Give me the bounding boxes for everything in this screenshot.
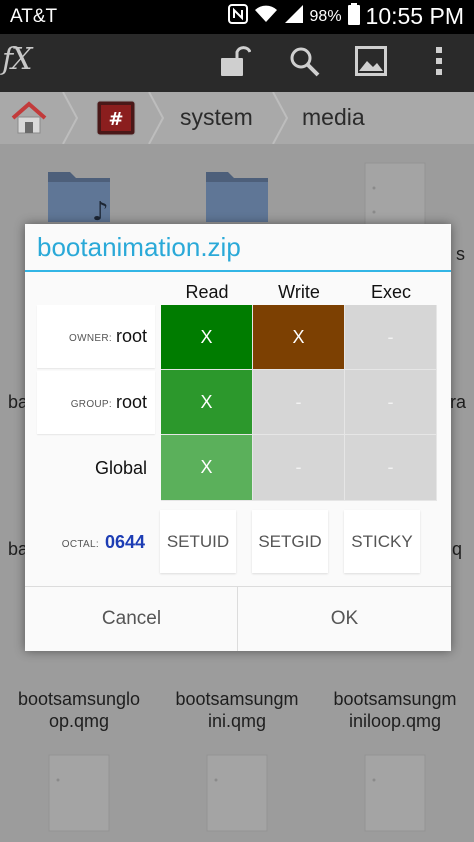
signal-icon (284, 4, 304, 29)
nfc-icon (227, 4, 248, 29)
perm-global-write[interactable]: - (253, 435, 345, 501)
search-icon (288, 45, 320, 82)
breadcrumb: # system media (0, 91, 474, 145)
perm-group-read[interactable]: X (161, 370, 253, 435)
octal-display: OCTAL: 0644 (37, 510, 145, 574)
perm-owner-write[interactable]: X (253, 305, 345, 370)
group-key: GROUP: (70, 399, 112, 410)
file-name-partial: q (452, 539, 463, 559)
perm-global-exec[interactable]: - (345, 435, 437, 501)
group-value: root (115, 392, 147, 412)
overflow-menu-icon (435, 46, 443, 81)
dialog-footer: Cancel OK (25, 586, 451, 651)
svg-text:#: # (108, 109, 123, 130)
permissions-dialog: bootanimation.zip Read Write Exec OWNER:… (25, 224, 451, 651)
dialog-title-divider (25, 270, 451, 272)
battery-percent: 98% (309, 7, 342, 25)
image-button[interactable] (352, 44, 390, 82)
folder-icon: ♪ (46, 164, 112, 227)
breadcrumb-item-system[interactable]: system (180, 104, 253, 131)
perm-group-write[interactable]: - (253, 370, 345, 435)
perm-group-exec[interactable]: - (345, 370, 437, 435)
breadcrumb-separator (148, 91, 165, 145)
file-name[interactable]: bootsamsunglo op.qmg (0, 688, 158, 732)
svg-text:♪: ♪ (92, 197, 109, 224)
perm-owner-read[interactable]: X (161, 305, 253, 370)
breadcrumb-separator (272, 91, 289, 145)
perm-owner-exec[interactable]: - (345, 305, 437, 370)
wifi-icon (254, 4, 278, 29)
cancel-button[interactable]: Cancel (25, 587, 238, 651)
owner-selector[interactable]: OWNER: root (37, 305, 155, 368)
search-button[interactable] (285, 44, 323, 82)
dialog-title: bootanimation.zip (37, 232, 241, 262)
permission-grid: X X - X - - X - - (161, 305, 437, 501)
setgid-button[interactable]: SETGID (252, 510, 328, 573)
clock: 10:55 PM (365, 3, 464, 29)
status-bar: AT&T 98% 10:55 PM (0, 0, 474, 34)
octal-key: OCTAL: (61, 538, 99, 550)
battery-icon (347, 3, 360, 30)
image-icon (355, 45, 387, 81)
status-indicators: 98% 10:55 PM (227, 3, 464, 30)
file-name[interactable]: bootsamsungm iniloop.qmg (316, 688, 474, 732)
file-icon[interactable] (364, 754, 428, 832)
root-hash-icon: # (96, 100, 136, 140)
file-icon[interactable] (206, 754, 270, 832)
file-name[interactable]: bootsamsungm ini.qmg (158, 688, 316, 732)
app-logo[interactable]: fX (2, 42, 33, 77)
breadcrumb-home[interactable] (10, 100, 48, 136)
global-label: Global (94, 458, 147, 478)
unlock-icon (219, 44, 252, 83)
sticky-button[interactable]: STICKY (344, 510, 420, 573)
breadcrumb-item-media[interactable]: media (302, 104, 365, 131)
file-name-partial: ra (450, 392, 467, 412)
column-header-exec: Exec (370, 282, 412, 302)
ok-button[interactable]: OK (238, 587, 451, 651)
file-name-partial: s (456, 244, 465, 264)
setuid-button[interactable]: SETUID (160, 510, 236, 573)
breadcrumb-root[interactable]: # (96, 100, 136, 136)
overflow-menu-button[interactable] (420, 44, 458, 82)
folder-icon (204, 164, 270, 224)
app-bar: fX (0, 34, 474, 92)
group-selector[interactable]: GROUP: root (37, 371, 155, 434)
column-header-read: Read (185, 282, 229, 302)
breadcrumb-separator (62, 91, 79, 145)
file-icon[interactable] (48, 754, 112, 832)
unlock-button[interactable] (216, 44, 254, 82)
owner-value: root (115, 326, 147, 346)
carrier-label: AT&T (10, 6, 58, 27)
owner-key: OWNER: (69, 333, 112, 344)
column-header-write: Write (278, 282, 320, 302)
home-icon (10, 101, 48, 140)
perm-global-read[interactable]: X (161, 435, 253, 501)
octal-value: 0644 (104, 531, 145, 552)
